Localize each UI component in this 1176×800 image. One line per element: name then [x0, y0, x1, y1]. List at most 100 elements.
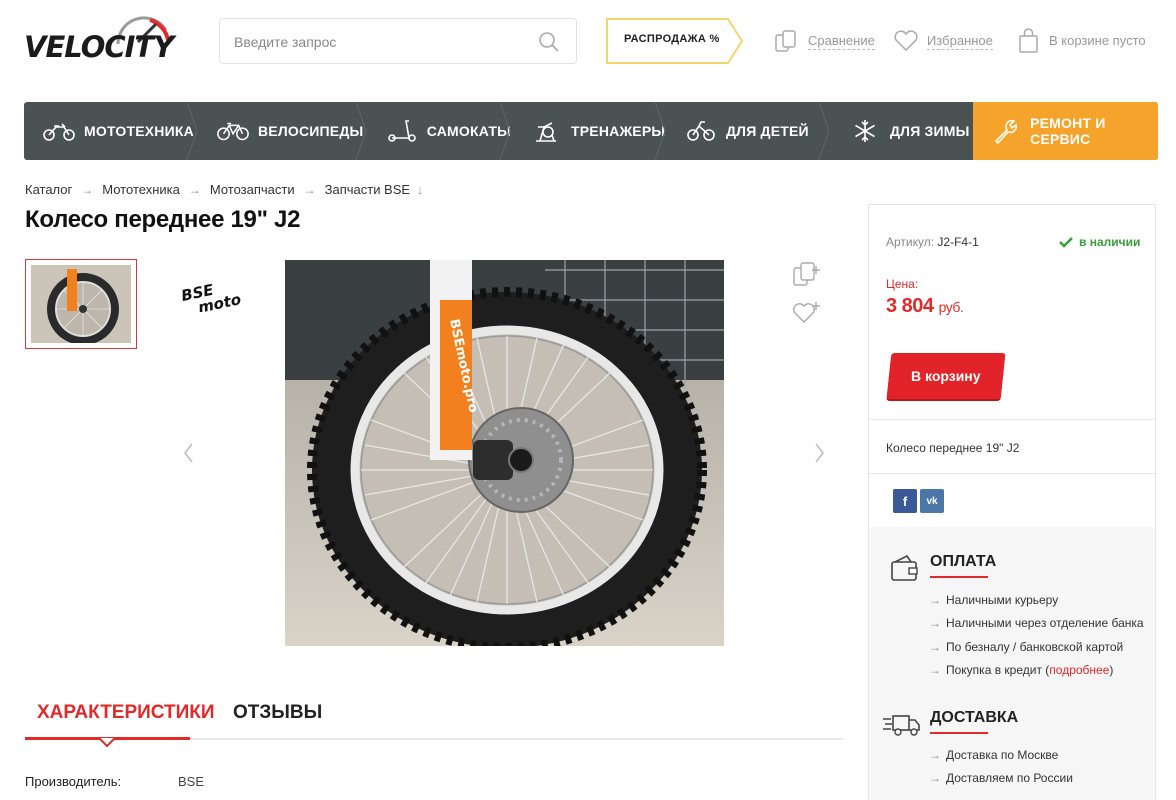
- chevron-right-icon[interactable]: [813, 440, 827, 466]
- nav-separator: [186, 102, 198, 160]
- payment-item: Наличными курьеру: [929, 589, 1144, 612]
- front-wheel-photo: BSEmoto.pro: [285, 260, 724, 646]
- shopping-bag-icon: [1019, 28, 1038, 53]
- page-title: Колесо переднее 19" J2: [25, 206, 301, 233]
- stock-status: в наличии: [1059, 235, 1140, 249]
- nav-item-winter[interactable]: ДЛЯ ЗИМЫ: [830, 102, 973, 160]
- add-to-cart-button[interactable]: В корзину: [886, 353, 1006, 399]
- nav-separator: [499, 102, 511, 160]
- divider: [869, 419, 1155, 420]
- bicycle-icon: [216, 119, 250, 143]
- delivery-item: Доставка по Москве: [929, 744, 1073, 767]
- nav-label: ТРЕНАЖЕРЫ: [571, 123, 666, 139]
- nav-label: РЕМОНТ И СЕРВИС: [1030, 115, 1106, 147]
- nav-separator: [654, 102, 666, 160]
- motorcycle-icon: [42, 119, 76, 143]
- sale-label: РАСПРОДАЖА %: [624, 33, 720, 45]
- stock-label: в наличии: [1079, 235, 1141, 249]
- arrow-down-icon[interactable]: ↓: [417, 183, 423, 197]
- price-currency: руб.: [938, 299, 964, 315]
- tab-reviews[interactable]: ОТЗЫВЫ: [233, 702, 322, 724]
- nav-separator: [818, 102, 830, 160]
- sku-value: J2-F4-1: [937, 235, 979, 249]
- breadcrumb-link[interactable]: Мототехника: [102, 182, 180, 197]
- heart-icon: [894, 30, 918, 52]
- nav-separator: [355, 102, 367, 160]
- sale-button[interactable]: РАСПРОДАЖА %: [606, 18, 744, 64]
- nav-item-kids[interactable]: ДЛЯ ДЕТЕЙ: [666, 102, 830, 160]
- exercise-bike-icon: [529, 119, 563, 143]
- search-box: [219, 18, 577, 64]
- payment-list: Наличными курьеру Наличными через отделе…: [929, 589, 1144, 682]
- facebook-share-icon[interactable]: f: [893, 489, 917, 513]
- credit-suffix: ): [1109, 662, 1114, 677]
- breadcrumb-link[interactable]: Запчасти BSE: [325, 182, 410, 197]
- checkmark-icon: [1059, 237, 1073, 248]
- credit-details-link[interactable]: подробнее: [1049, 663, 1109, 677]
- delivery-title: ДОСТАВКА: [930, 709, 1019, 726]
- short-description: Колесо переднее 19" J2: [886, 441, 1020, 455]
- compare-label: Сравнение: [808, 32, 875, 50]
- wrench-icon: [991, 119, 1022, 145]
- nav-label: МОТОТЕХНИКА: [84, 123, 194, 139]
- breadcrumb-link[interactable]: Мотозапчасти: [210, 182, 295, 197]
- favorites-link[interactable]: Избранное: [893, 28, 993, 54]
- search-icon[interactable]: [538, 31, 560, 53]
- bse-moto-logo: BSE moto: [180, 280, 243, 312]
- nav-label: ДЛЯ ДЕТЕЙ: [726, 123, 809, 139]
- gallery-thumbnail[interactable]: [25, 259, 137, 349]
- spec-value: BSE: [178, 774, 205, 789]
- add-to-cart-label: В корзину: [911, 368, 981, 384]
- arrow-right-icon: →: [303, 182, 316, 197]
- favorites-label: Избранное: [927, 32, 993, 50]
- wallet-icon: [891, 554, 918, 581]
- product-main-image[interactable]: BSEmoto.pro: [285, 260, 724, 646]
- vk-share-icon[interactable]: vk: [920, 489, 944, 513]
- kids-bike-icon: [684, 119, 718, 143]
- info-panel: ОПЛАТА Наличными курьеру Наличными через…: [869, 527, 1155, 800]
- search-input[interactable]: [234, 31, 524, 53]
- nav-item-scooters[interactable]: САМОКАТЫ: [367, 102, 511, 160]
- price: 3 804 руб.: [886, 295, 964, 318]
- payment-item: По безналу / банковской картой: [929, 636, 1144, 659]
- delivery-item: Доставляем по России: [929, 767, 1073, 790]
- breadcrumb: Каталог → Мототехника → Мотозапчасти → З…: [25, 182, 423, 197]
- compare-link[interactable]: Сравнение: [774, 28, 875, 54]
- nav-item-trainers[interactable]: ТРЕНАЖЕРЫ: [511, 102, 666, 160]
- site-logo[interactable]: VELOCITY: [24, 10, 194, 66]
- main-nav: МОТОТЕХНИКА ВЕЛОСИПЕДЫ САМОКАТЫ ТРЕНАЖЕР…: [24, 102, 1158, 160]
- sku: Артикул: J2-F4-1: [886, 235, 979, 249]
- tab-characteristics[interactable]: ХАРАКТЕРИСТИКИ: [37, 702, 215, 724]
- logo-text: VELOCITY: [24, 30, 174, 64]
- chevron-left-icon[interactable]: [181, 440, 195, 466]
- nav-label: ВЕЛОСИПЕДЫ: [258, 123, 364, 139]
- wheel-thumbnail-image: [31, 265, 131, 345]
- snowflake-icon: [848, 119, 882, 143]
- spec-key: Производитель:: [25, 774, 122, 789]
- sku-label: Артикул:: [886, 235, 935, 249]
- cart-link[interactable]: В корзине пусто: [1017, 28, 1146, 54]
- payment-title: ОПЛАТА: [930, 553, 997, 570]
- payment-item-credit: Покупка в кредит (подробнее): [929, 659, 1144, 682]
- buy-box: Артикул: J2-F4-1 в наличии Цена: 3 804 р…: [868, 204, 1156, 800]
- product-tabs: ХАРАКТЕРИСТИКИ ОТЗЫВЫ: [25, 690, 843, 748]
- breadcrumb-link[interactable]: Каталог: [25, 182, 72, 197]
- compare-icon: [775, 30, 796, 52]
- active-tab-notch: [99, 738, 115, 748]
- scooter-icon: [385, 119, 419, 143]
- nav-item-bikes[interactable]: ВЕЛОСИПЕДЫ: [198, 102, 367, 160]
- nav-item-moto[interactable]: МОТОТЕХНИКА: [24, 102, 198, 160]
- nav-label: ДЛЯ ЗИМЫ: [890, 123, 970, 139]
- delivery-title-underline: [930, 732, 988, 734]
- delivery-list: Доставка по Москве Доставляем по России: [929, 744, 1073, 791]
- nav-item-service[interactable]: РЕМОНТ И СЕРВИС: [973, 102, 1158, 160]
- add-to-compare-icon[interactable]: [792, 260, 822, 288]
- delivery-truck-icon: [883, 715, 920, 736]
- add-to-favorites-icon[interactable]: [792, 298, 822, 326]
- payment-title-underline: [930, 576, 988, 578]
- arrow-right-icon: →: [188, 182, 201, 197]
- divider: [869, 473, 1155, 474]
- price-label: Цена:: [886, 277, 919, 291]
- credit-prefix: Покупка в кредит (: [946, 662, 1050, 677]
- cart-label: В корзине пусто: [1049, 33, 1146, 48]
